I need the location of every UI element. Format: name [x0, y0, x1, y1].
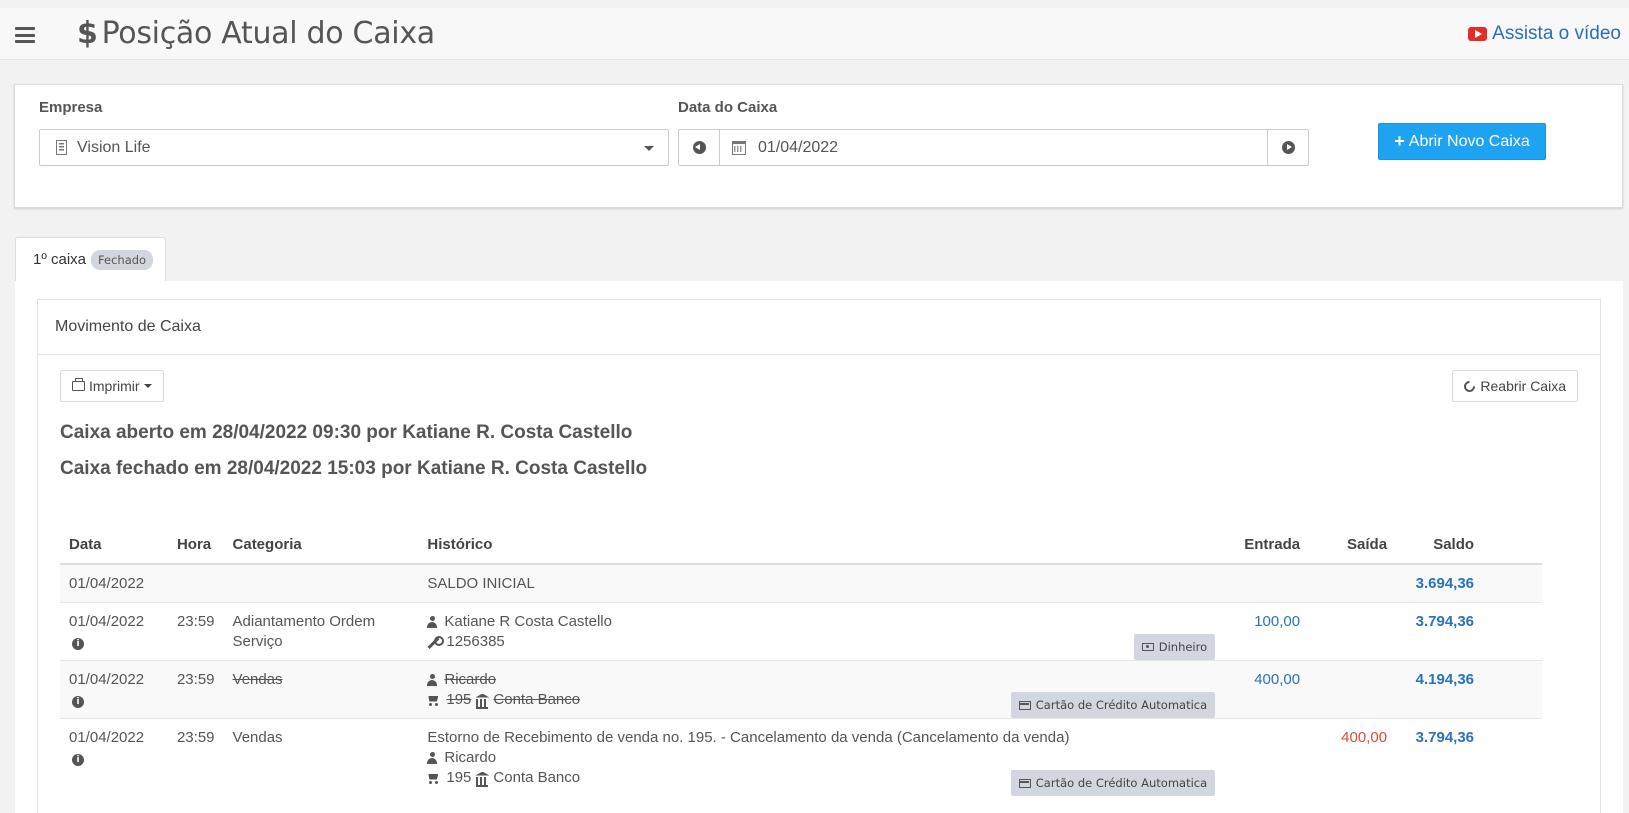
- table-row: 01/04/2022 SALDO INICIAL 3.694,36: [60, 563, 1542, 603]
- youtube-icon: [1468, 27, 1488, 41]
- data-caixa-label: Data do Caixa: [678, 99, 778, 116]
- dollar-icon: $: [77, 16, 98, 51]
- filter-panel: Empresa Vision Life Data do Caixa 01/04/…: [14, 84, 1623, 208]
- credit-card-icon: [1018, 700, 1031, 710]
- page-title: $ Posição Atual do Caixa: [77, 16, 435, 51]
- caret-down-icon: [143, 384, 152, 388]
- movimento-panel: Movimento de Caixa Imprimir Reabrir Caix…: [37, 299, 1601, 813]
- date-input[interactable]: 01/04/2022: [720, 129, 1267, 166]
- col-saldo: Saldo: [1396, 526, 1484, 565]
- plus-icon: +: [1394, 131, 1405, 151]
- arrow-left-icon: [692, 141, 706, 154]
- status-badge: Fechado: [91, 249, 154, 270]
- col-data: Data: [60, 526, 168, 565]
- bank-icon: [475, 694, 489, 709]
- cash-movement-table: Data Hora Categoria Histórico Entrada Sa…: [60, 526, 1542, 796]
- tab-content: Movimento de Caixa Imprimir Reabrir Caix…: [15, 281, 1623, 813]
- table-header: Data Hora Categoria Histórico Entrada Sa…: [60, 526, 1542, 565]
- cart-icon: [427, 773, 440, 784]
- cart-icon: [427, 695, 440, 706]
- payment-badge: Cartão de Crédito Automatica: [1010, 770, 1216, 796]
- closed-info: Caixa fechado em 28/04/2022 15:03 por Ka…: [60, 458, 648, 479]
- user-icon: [427, 752, 438, 764]
- credit-card-icon: [1018, 778, 1031, 788]
- next-date-button[interactable]: [1267, 129, 1309, 166]
- info-icon[interactable]: i: [72, 638, 84, 650]
- table-row: 01/04/2022i 23:59 Vendas Ricardo 195 Cont…: [60, 660, 1542, 719]
- col-historico: Histórico: [418, 526, 1216, 565]
- previous-date-button[interactable]: [678, 129, 720, 166]
- table-row: 01/04/2022i 23:59 Vendas Estorno de Rece…: [60, 718, 1542, 796]
- empresa-select[interactable]: Vision Life: [39, 129, 669, 166]
- user-icon: [427, 674, 438, 686]
- info-icon[interactable]: i: [72, 754, 84, 766]
- top-bar: $ Posição Atual do Caixa Assista o vídeo: [0, 8, 1629, 60]
- wrench-icon: [427, 635, 445, 649]
- building-icon: [56, 140, 67, 155]
- info-icon[interactable]: i: [72, 696, 84, 708]
- col-hora: Hora: [167, 526, 224, 565]
- menu-icon[interactable]: [15, 27, 35, 43]
- bank-icon: [475, 772, 489, 787]
- money-icon: [1141, 643, 1154, 651]
- arrow-right-icon: [1281, 141, 1295, 154]
- panel-title: Movimento de Caixa: [38, 300, 1600, 355]
- opened-info: Caixa aberto em 28/04/2022 09:30 por Kat…: [60, 422, 633, 443]
- tab-caixa-1[interactable]: 1º caixa Fechado: [15, 237, 166, 281]
- col-categoria: Categoria: [223, 526, 419, 565]
- col-saida: Saída: [1309, 526, 1397, 565]
- date-picker: 01/04/2022: [678, 129, 1309, 166]
- payment-badge: Cartão de Crédito Automatica: [1010, 692, 1216, 718]
- reopen-cash-button[interactable]: Reabrir Caixa: [1452, 370, 1578, 402]
- col-entrada: Entrada: [1215, 526, 1310, 565]
- printer-icon: [72, 378, 85, 391]
- open-new-cash-button[interactable]: + Abrir Novo Caixa: [1378, 123, 1546, 160]
- undo-icon: [1462, 378, 1478, 394]
- table-row: 01/04/2022i 23:59 Adiantamento Ordem Ser…: [60, 602, 1542, 661]
- user-icon: [427, 616, 438, 628]
- empresa-label: Empresa: [39, 99, 103, 116]
- watch-video-link[interactable]: Assista o vídeo: [1468, 23, 1621, 45]
- print-button[interactable]: Imprimir: [60, 370, 164, 402]
- chevron-down-icon: [644, 146, 654, 151]
- calendar-icon: [732, 140, 746, 155]
- payment-badge: Dinheiro: [1133, 634, 1216, 660]
